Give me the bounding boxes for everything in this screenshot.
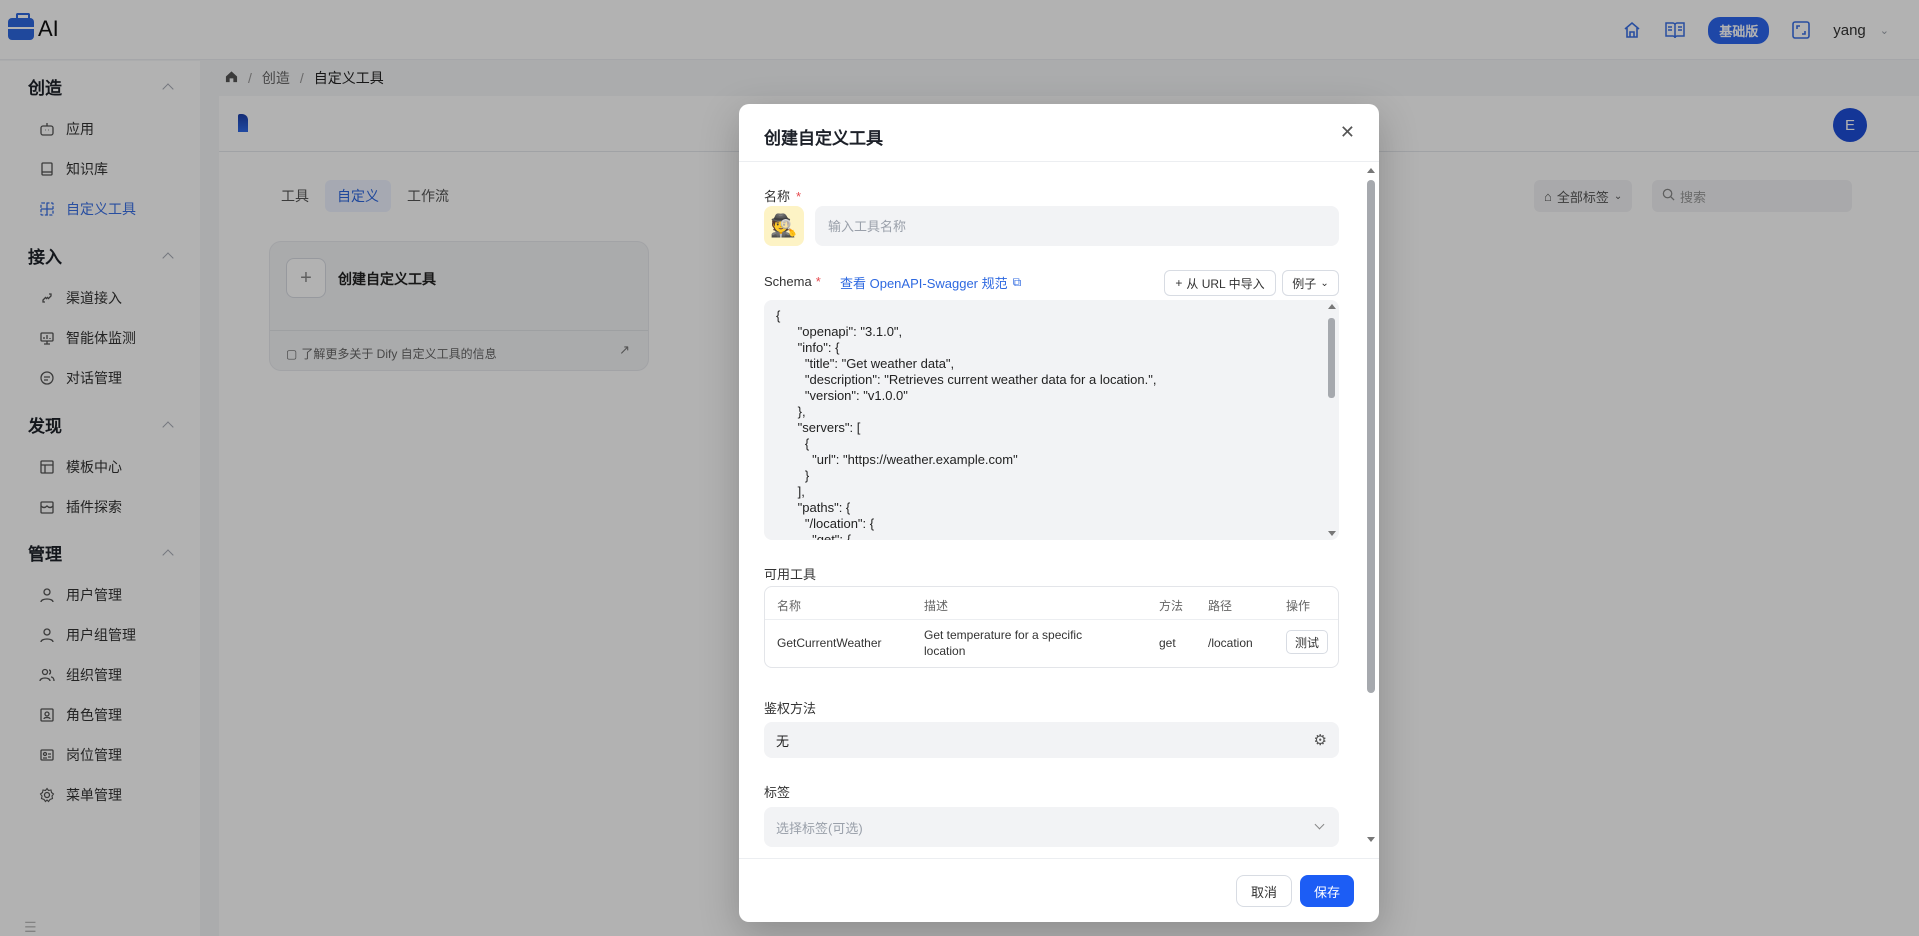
auth-method-value: 无 [776,733,790,749]
scroll-up-arrow-icon[interactable] [1367,168,1375,173]
scroll-down-arrow-icon[interactable] [1328,531,1336,536]
close-icon[interactable]: ✕ [1340,122,1355,143]
schema-text[interactable]: { "openapi": "3.1.0", "info": { "title":… [776,308,1156,540]
test-button[interactable]: 测试 [1286,630,1328,654]
cancel-button[interactable]: 取消 [1236,875,1292,907]
tool-name-input[interactable] [815,206,1339,246]
tool-path-cell: /location [1208,636,1253,650]
tags-select[interactable]: 选择标签(可选) [764,807,1339,847]
dialog-scrollbar[interactable] [1364,164,1378,846]
chevron-down-icon: ⌄ [1320,277,1329,289]
schema-label-text: Schema [764,274,812,289]
plus-icon: + [1175,276,1183,290]
import-button-label: 从 URL 中导入 [1186,276,1265,291]
tool-name-cell: GetCurrentWeather [777,636,882,650]
column-header-action: 操作 [1286,599,1311,613]
column-header-description: 描述 [924,599,949,613]
dialog-body: 名称* 🕵 Schema* 查看 OpenAPI-Swagger 规范 ⧉ + … [739,162,1379,852]
required-mark: * [815,274,821,289]
tool-avatar-icon[interactable]: 🕵 [764,206,804,246]
chevron-down-icon [1314,819,1325,830]
schema-editor[interactable]: { "openapi": "3.1.0", "info": { "title":… [764,300,1339,540]
tool-description-line2: location [924,644,966,658]
tags-label: 标签 [764,785,791,800]
available-tools-label: 可用工具 [764,567,817,582]
name-label-text: 名称 [764,189,791,204]
auth-method-select[interactable]: 无 ⚙ [764,722,1339,758]
available-tools-table: 名称 描述 方法 路径 操作 GetCurrentWeather Get tem… [764,586,1339,668]
gear-icon[interactable]: ⚙ [1314,731,1327,749]
dialog-scroll-thumb[interactable] [1367,180,1375,693]
dialog-title: 创建自定义工具 [764,129,883,148]
example-button-label: 例子 [1292,276,1317,291]
table-header: 名称 描述 方法 路径 操作 [765,587,1338,620]
swagger-spec-link[interactable]: 查看 OpenAPI-Swagger 规范 ⧉ [840,273,1021,292]
import-from-url-button[interactable]: + 从 URL 中导入 [1164,270,1276,296]
required-mark: * [796,189,802,204]
column-header-method: 方法 [1159,599,1184,613]
scroll-down-arrow-icon[interactable] [1367,837,1375,842]
name-label: 名称 * [764,186,801,205]
create-tool-dialog: 创建自定义工具 ✕ 名称* 🕵 Schema* 查看 OpenAPI-Swagg… [739,104,1379,922]
schema-scroll-thumb[interactable] [1328,318,1335,398]
tool-description-line1: Get temperature for a specific [924,628,1083,642]
example-button[interactable]: 例子 ⌄ [1282,270,1339,296]
dialog-footer: 取消 保存 [739,858,1379,922]
tags-placeholder: 选择标签(可选) [776,820,863,836]
save-button[interactable]: 保存 [1300,875,1354,907]
scroll-up-arrow-icon[interactable] [1328,304,1336,309]
column-header-path: 路径 [1208,599,1233,613]
column-header-name: 名称 [777,599,802,613]
schema-label: Schema * [764,274,821,289]
auth-method-label: 鉴权方法 [764,701,817,716]
external-link-icon: ⧉ [1012,275,1022,289]
dialog-header: 创建自定义工具 ✕ [739,104,1379,162]
tool-method-cell: get [1159,636,1176,650]
schema-scrollbar[interactable] [1325,300,1339,540]
swagger-link-label: 查看 OpenAPI-Swagger 规范 [840,276,1008,291]
